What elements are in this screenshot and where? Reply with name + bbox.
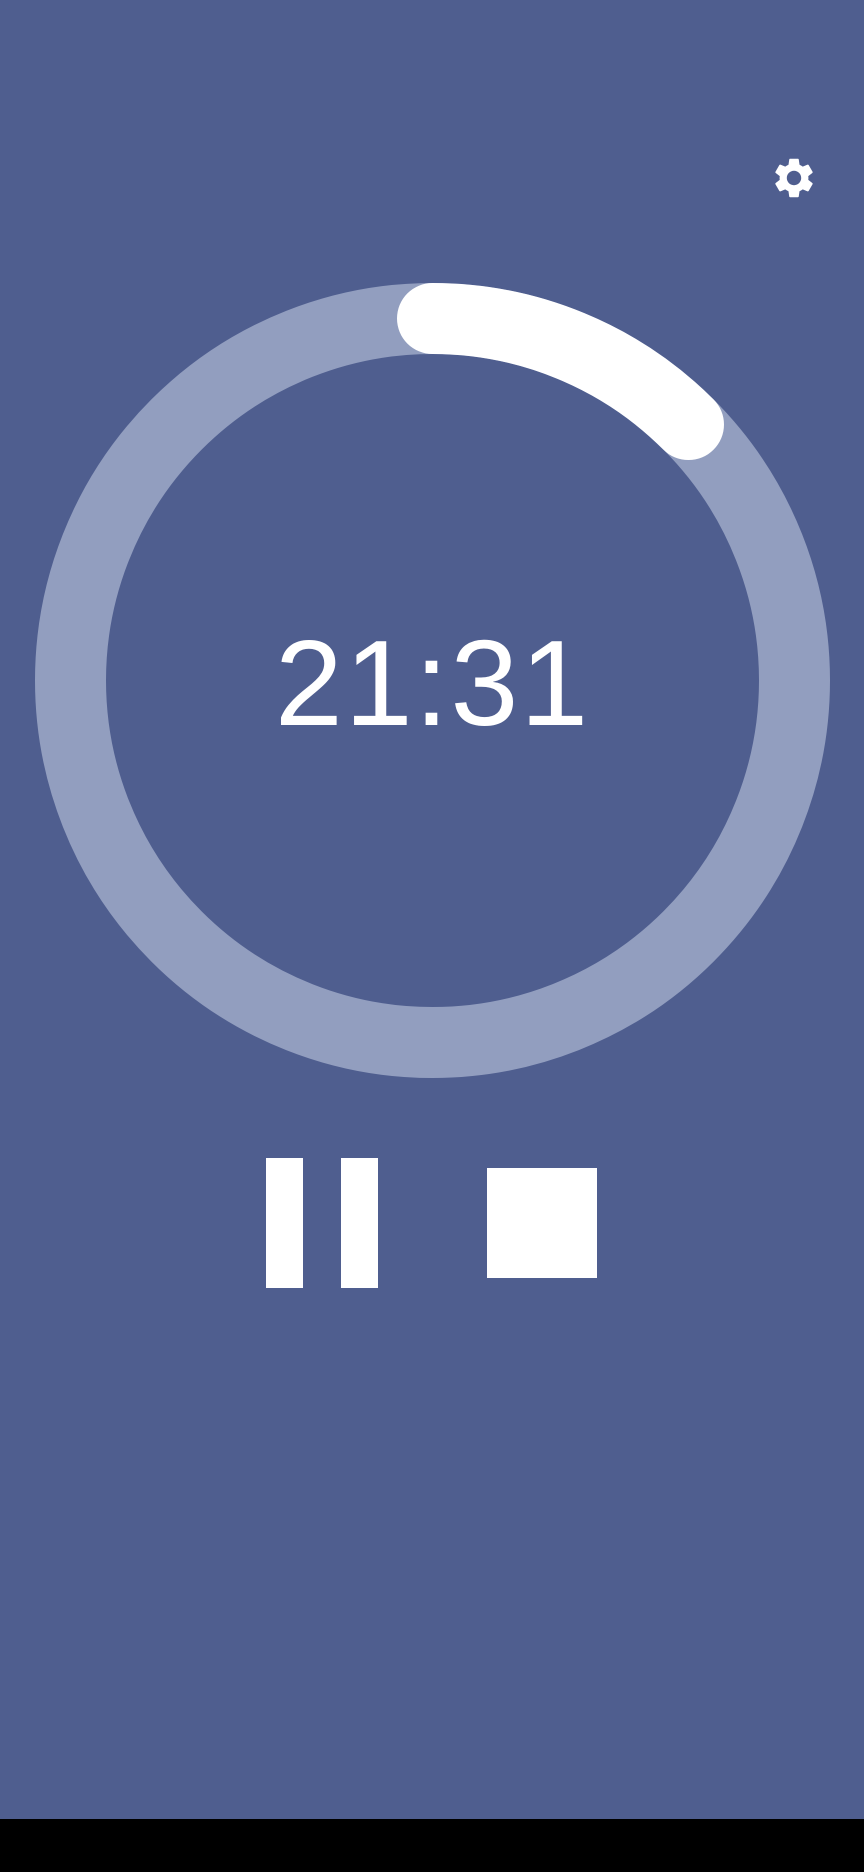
gear-icon <box>775 158 813 198</box>
pause-button[interactable] <box>266 1158 378 1288</box>
timer-screen: 21:31 <box>0 0 864 1819</box>
timer-controls <box>0 1158 864 1288</box>
stop-button[interactable] <box>487 1168 597 1278</box>
time-remaining: 21:31 <box>274 615 591 751</box>
settings-button[interactable] <box>764 148 824 208</box>
stop-icon <box>487 1168 597 1278</box>
system-navigation-bar <box>0 1819 864 1872</box>
